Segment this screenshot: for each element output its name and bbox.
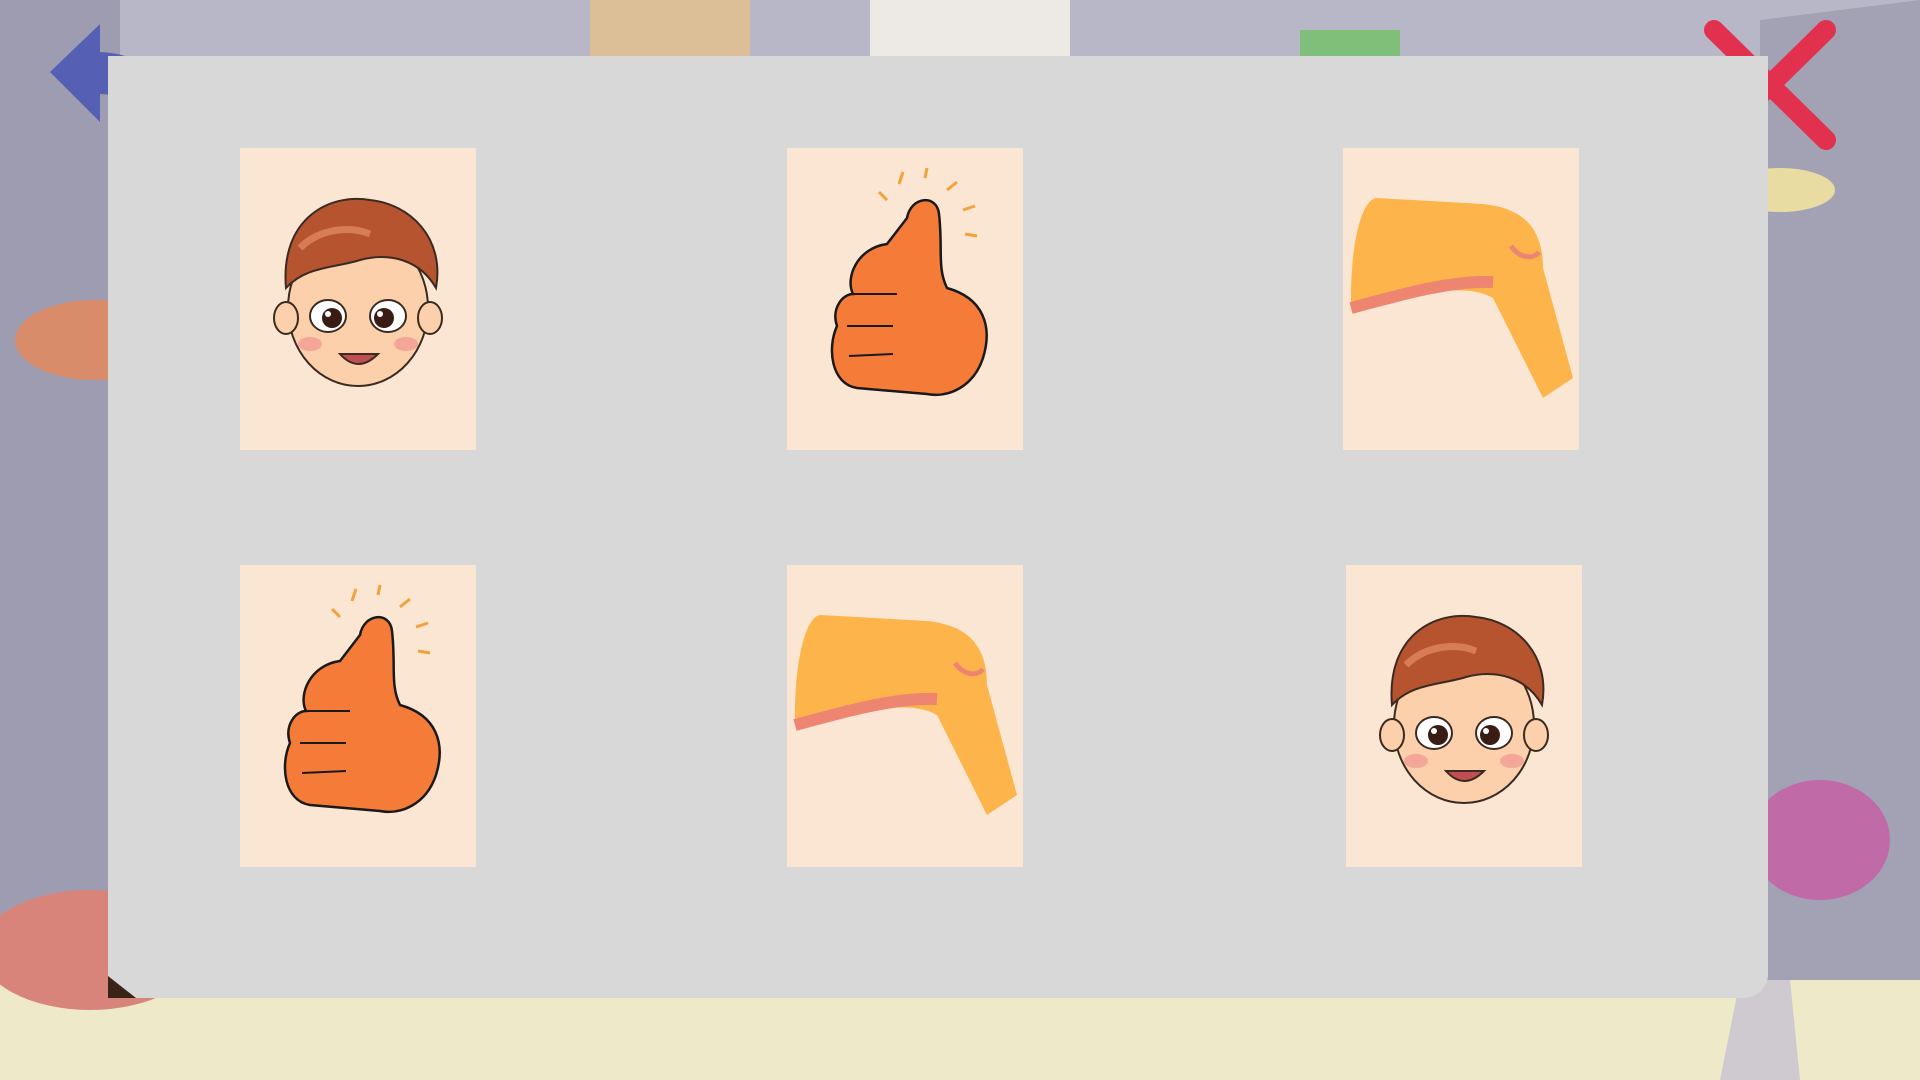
memory-card-knee[interactable] [1343, 148, 1579, 450]
knee-icon [793, 615, 1017, 815]
memory-card-boy-face[interactable] [1346, 565, 1582, 867]
thumbs-up-icon [830, 167, 988, 397]
thumbs-up-icon [283, 584, 441, 814]
panel-corner-mark [108, 976, 136, 998]
memory-card-thumbs-up[interactable] [240, 565, 476, 867]
memory-card-thumbs-up[interactable] [787, 148, 1023, 450]
boy-face-icon [273, 197, 443, 387]
knee-icon [1349, 198, 1573, 398]
boy-face-icon [1379, 614, 1549, 804]
memory-card-boy-face[interactable] [240, 148, 476, 450]
memory-card-knee[interactable] [787, 565, 1023, 867]
